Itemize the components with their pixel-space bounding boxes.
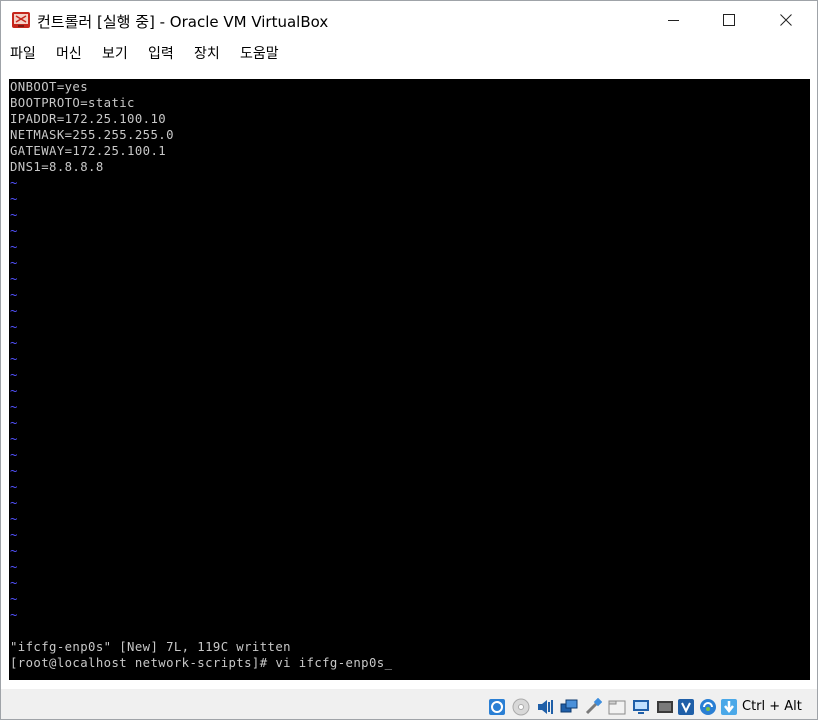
vi-tilde-line: ~ (10, 304, 18, 318)
menu-view[interactable]: 보기 (102, 43, 128, 63)
vi-tilde-line: ~ (10, 320, 18, 334)
shell-command: [root@localhost network-scripts]# vi ifc… (10, 656, 385, 670)
shared-folders-icon[interactable] (608, 698, 626, 716)
file-line: BOOTPROTO=static (10, 96, 135, 110)
file-line: GATEWAY=172.25.100.1 (10, 144, 167, 158)
vi-tilde-line: ~ (10, 208, 18, 222)
vi-tilde-line: ~ (10, 176, 18, 190)
vi-tilde-line: ~ (10, 224, 18, 238)
close-button[interactable] (763, 1, 809, 39)
vm-screen[interactable]: ONBOOT=yes BOOTPROTO=static IPADDR=172.2… (9, 79, 810, 680)
virtualbox-window: 컨트롤러 [실행 중] - Oracle VM VirtualBox 파일 머신… (0, 0, 818, 720)
vi-tilde-line: ~ (10, 384, 18, 398)
menu-bar: 파일 머신 보기 입력 장치 도움말 (1, 39, 817, 65)
vi-tilde-line: ~ (10, 512, 18, 526)
text-cursor: _ (384, 656, 393, 670)
maximize-icon (723, 14, 735, 26)
host-key-label: Ctrl + Alt (742, 699, 802, 714)
maximize-button[interactable] (706, 1, 752, 39)
vi-tilde-line: ~ (10, 288, 18, 302)
minimize-icon (668, 20, 679, 21)
virtualization-icon[interactable] (677, 698, 695, 716)
shell-prompt-line: [root@localhost network-scripts]# vi ifc… (10, 655, 392, 671)
status-bar: Ctrl + Alt (1, 689, 817, 719)
file-line: DNS1=8.8.8.8 (10, 160, 104, 174)
window-title: 컨트롤러 [실행 중] - Oracle VM VirtualBox (37, 13, 329, 31)
vi-tilde-line: ~ (10, 368, 18, 382)
menu-devices[interactable]: 장치 (194, 43, 220, 63)
vi-tilde-line: ~ (10, 416, 18, 430)
vi-tilde-line: ~ (10, 192, 18, 206)
file-line: NETMASK=255.255.255.0 (10, 128, 174, 142)
vi-tilde-line: ~ (10, 544, 18, 558)
menu-input[interactable]: 입력 (148, 43, 174, 63)
vi-tilde-line: ~ (10, 336, 18, 350)
title-bar[interactable]: 컨트롤러 [실행 중] - Oracle VM VirtualBox (1, 1, 817, 39)
vi-tilde-line: ~ (10, 608, 18, 622)
display-icon[interactable] (632, 698, 650, 716)
file-line: IPADDR=172.25.100.10 (10, 112, 167, 126)
vi-tilde-line: ~ (10, 480, 18, 494)
vi-tilde-line: ~ (10, 432, 18, 446)
usb-icon[interactable] (584, 698, 602, 716)
audio-icon[interactable] (536, 698, 554, 716)
arrow-down-icon[interactable] (720, 698, 738, 716)
video-capture-icon[interactable] (656, 698, 674, 716)
vi-tilde-line: ~ (10, 240, 18, 254)
vi-tilde-line: ~ (10, 464, 18, 478)
vi-status-message: "ifcfg-enp0s" [New] 7L, 119C written (10, 640, 291, 654)
mouse-integration-icon[interactable] (699, 698, 717, 716)
menu-help[interactable]: 도움말 (240, 43, 279, 63)
vi-tilde-line: ~ (10, 272, 18, 286)
menu-machine[interactable]: 머신 (56, 43, 82, 63)
vi-tilde-line: ~ (10, 528, 18, 542)
vi-tilde-line: ~ (10, 560, 18, 574)
menu-file[interactable]: 파일 (10, 43, 36, 63)
vi-tilde-line: ~ (10, 256, 18, 270)
vi-tilde-line: ~ (10, 448, 18, 462)
vi-tilde-line: ~ (10, 400, 18, 414)
file-line: ONBOOT=yes (10, 80, 89, 94)
vi-tilde-line: ~ (10, 496, 18, 510)
hard-disk-icon[interactable] (488, 698, 506, 716)
close-icon (780, 14, 792, 26)
network-icon[interactable] (560, 698, 578, 716)
minimize-button[interactable] (651, 1, 697, 39)
vi-tilde-line: ~ (10, 592, 18, 606)
vi-tilde-line: ~ (10, 576, 18, 590)
virtualbox-app-icon (12, 12, 30, 28)
vi-tilde-line: ~ (10, 352, 18, 366)
optical-drive-icon[interactable] (512, 698, 530, 716)
